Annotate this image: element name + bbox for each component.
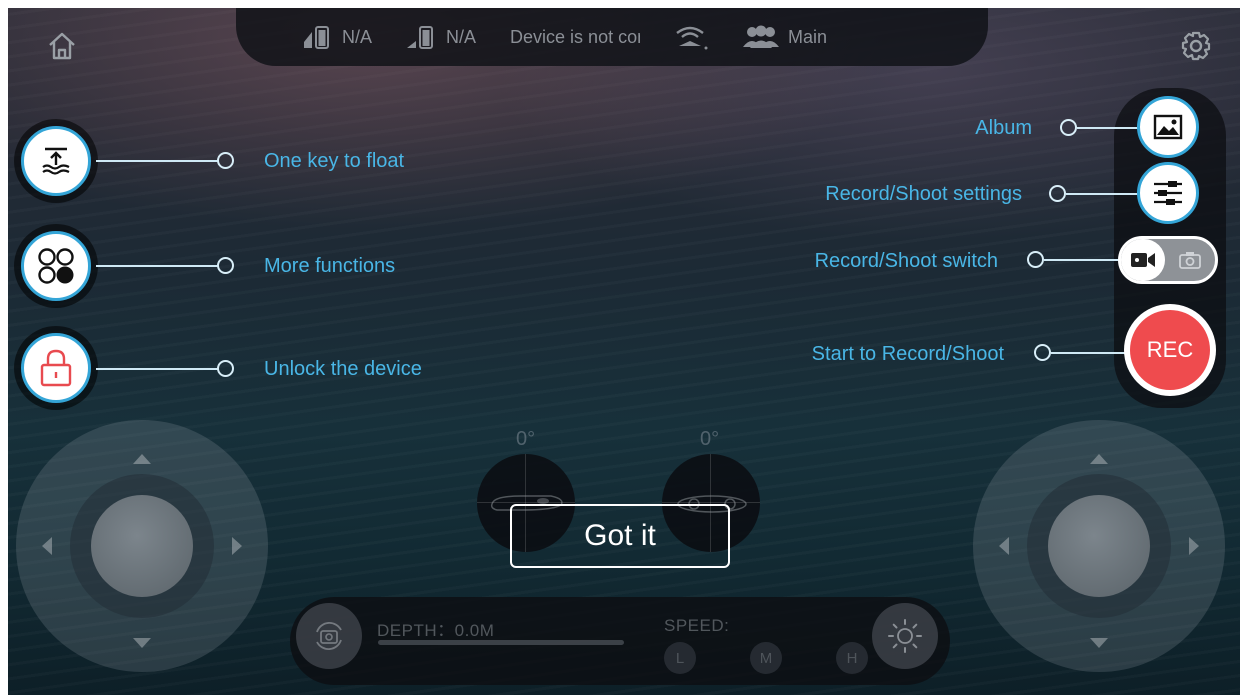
signal-indicator bbox=[674, 22, 708, 52]
battery-icon bbox=[304, 26, 329, 49]
speed-low-label: L bbox=[675, 649, 685, 667]
callout-dot bbox=[1027, 251, 1044, 268]
arrow-left-icon bbox=[42, 537, 52, 555]
lock-icon bbox=[40, 349, 72, 387]
device-status-text: Device is not con bbox=[510, 26, 641, 47]
speed-medium-label: M bbox=[759, 649, 773, 667]
video-camera-icon bbox=[1131, 253, 1155, 267]
frame-edge bbox=[0, 0, 1240, 8]
switch-callout-label: Record/Shoot switch bbox=[814, 250, 998, 272]
one-key-float-button[interactable] bbox=[21, 126, 91, 196]
callout-dot bbox=[217, 257, 234, 274]
light-button[interactable] bbox=[872, 603, 938, 669]
settings-callout-label: Record/Shoot settings bbox=[825, 183, 1022, 205]
callout-line bbox=[96, 265, 218, 267]
pitch-angle-label: 0° bbox=[516, 428, 536, 450]
callout-line bbox=[1066, 193, 1139, 195]
camera-icon bbox=[1179, 252, 1201, 269]
callout-line bbox=[96, 160, 218, 162]
float-callout-label: One key to float bbox=[264, 150, 405, 172]
unlock-device-button[interactable] bbox=[21, 333, 91, 403]
camera-rotate-button[interactable] bbox=[296, 603, 362, 669]
battery-2-value: N/A bbox=[446, 26, 477, 47]
sliders-icon bbox=[1154, 181, 1182, 205]
got-it-button[interactable]: Got it bbox=[510, 504, 730, 568]
users-icon bbox=[743, 25, 780, 48]
more-callout-label: More functions bbox=[264, 255, 396, 277]
image-icon bbox=[1153, 114, 1183, 140]
callout-line bbox=[96, 368, 218, 370]
user-mode-label: Main bbox=[788, 26, 828, 47]
speed-label: SPEED: bbox=[664, 616, 730, 635]
callout-dot bbox=[1034, 344, 1051, 361]
record-settings-button[interactable] bbox=[1137, 162, 1199, 224]
callout-dot bbox=[217, 360, 234, 377]
record-callout-label: Start to Record/Shoot bbox=[811, 343, 1004, 365]
callout-line bbox=[1077, 127, 1139, 129]
depth-progress-track bbox=[378, 640, 624, 645]
arrow-up-icon bbox=[1090, 454, 1108, 464]
album-button[interactable] bbox=[1137, 96, 1199, 158]
top-status-bar: N/A N/A Device is not con Main bbox=[236, 8, 988, 66]
callout-dot bbox=[217, 152, 234, 169]
video-mode-segment[interactable] bbox=[1121, 239, 1165, 281]
grid-circles-icon bbox=[38, 248, 74, 284]
callout-dot bbox=[1049, 185, 1066, 202]
connection-status: Device is not con bbox=[510, 27, 640, 48]
gear-icon[interactable] bbox=[1178, 28, 1214, 64]
battery-icon bbox=[407, 26, 434, 49]
home-icon[interactable] bbox=[44, 28, 80, 64]
arrow-down-icon bbox=[1090, 638, 1108, 648]
float-up-icon bbox=[42, 147, 70, 175]
arrow-right-icon bbox=[1189, 537, 1199, 555]
arrow-up-icon bbox=[133, 454, 151, 464]
left-joystick-knob[interactable] bbox=[91, 495, 193, 597]
speed-high-button[interactable]: H bbox=[836, 642, 868, 674]
unlock-callout-label: Unlock the device bbox=[264, 358, 422, 380]
left-joystick[interactable] bbox=[16, 420, 268, 672]
battery-1-value: N/A bbox=[342, 26, 373, 47]
got-it-label: Got it bbox=[584, 519, 656, 552]
album-callout-label: Album bbox=[975, 117, 1032, 139]
arrow-left-icon bbox=[999, 537, 1009, 555]
speed-high-label: H bbox=[846, 649, 858, 667]
record-shoot-switch[interactable] bbox=[1118, 236, 1218, 284]
right-joystick-knob[interactable] bbox=[1048, 495, 1150, 597]
device-battery: N/A bbox=[406, 24, 476, 50]
roll-angle-label: 0° bbox=[700, 428, 720, 450]
camera-rotate-icon bbox=[316, 621, 342, 651]
rec-label: REC bbox=[1146, 337, 1194, 362]
callout-dot bbox=[1060, 119, 1077, 136]
photo-mode-segment[interactable] bbox=[1165, 251, 1215, 269]
arrow-right-icon bbox=[232, 537, 242, 555]
more-functions-button[interactable] bbox=[21, 231, 91, 301]
user-mode[interactable]: Main bbox=[742, 25, 827, 49]
controller-battery: N/A bbox=[302, 24, 372, 50]
sun-icon bbox=[888, 619, 922, 653]
wifi-signal-icon bbox=[676, 26, 708, 50]
speed-low-button[interactable]: L bbox=[664, 642, 696, 674]
record-button-face: REC bbox=[1130, 310, 1210, 390]
speed-medium-button[interactable]: M bbox=[750, 642, 782, 674]
frame-edge bbox=[0, 0, 8, 695]
depth-readout: DEPTH：0.0M bbox=[377, 621, 495, 640]
record-button[interactable]: REC bbox=[1122, 304, 1218, 396]
callout-line bbox=[1044, 259, 1120, 261]
right-joystick[interactable] bbox=[973, 420, 1225, 672]
underwater-camera-view: N/A N/A Device is not con Main One key t… bbox=[0, 0, 1240, 695]
callout-line bbox=[1051, 352, 1129, 354]
arrow-down-icon bbox=[133, 638, 151, 648]
